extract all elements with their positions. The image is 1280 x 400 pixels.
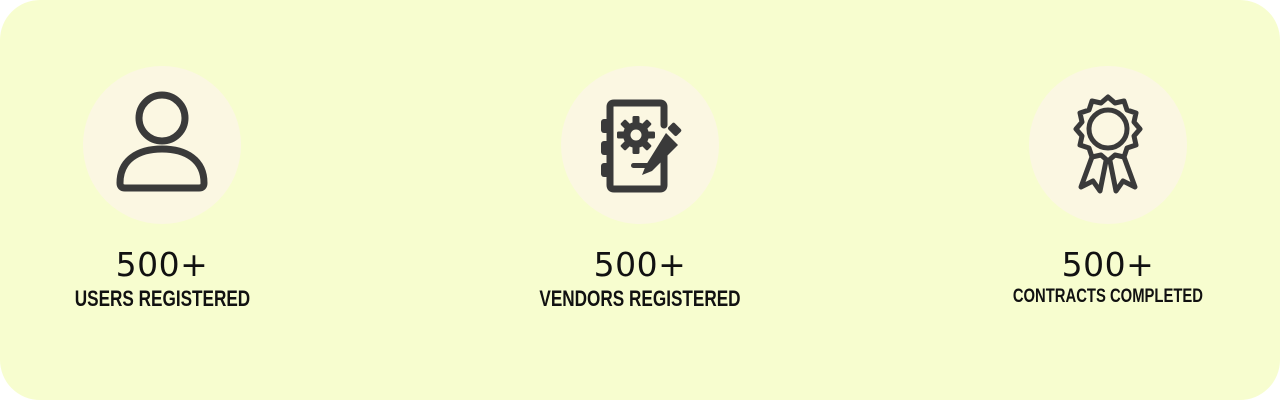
stat-label: VENDORS REGISTERED (539, 286, 741, 311)
award-ribbon-icon (1073, 94, 1143, 194)
stat-value: 500+ (115, 245, 209, 284)
icon-circle (1029, 66, 1187, 224)
stat-label: USERS REGISTERED (74, 286, 250, 311)
stat-label: CONTRACTS COMPLETED (1012, 286, 1204, 307)
stat-contracts: 500+ CONTRACTS COMPLETED (978, 66, 1238, 310)
icon-circle (561, 66, 719, 224)
notebook-gear-pencil-icon (601, 99, 682, 193)
stat-users: 500+ USERS REGISTERED (32, 66, 292, 314)
stat-value: 500+ (1061, 245, 1155, 284)
user-icon (116, 91, 208, 192)
stat-value: 500+ (593, 245, 687, 284)
stats-panel: 500+ USERS REGISTERED 500+ VENDORS REGIS… (0, 0, 1280, 400)
icon-circle (83, 66, 241, 224)
stat-vendors: 500+ VENDORS REGISTERED (510, 66, 770, 314)
